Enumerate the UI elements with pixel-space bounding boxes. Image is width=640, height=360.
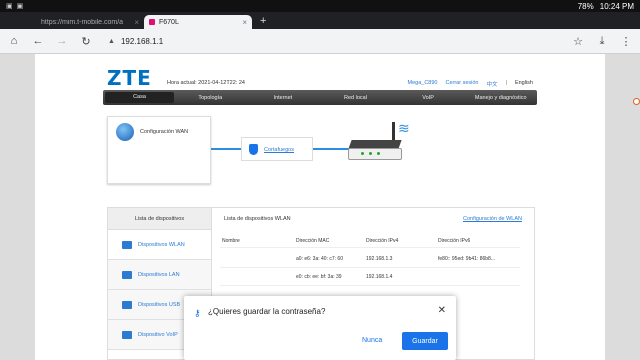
- dialog-title: ¿Quieres guardar la contraseña?: [208, 307, 326, 316]
- cell-ipv4: 192.168.1.4: [366, 274, 393, 280]
- phone-icon: [122, 330, 132, 339]
- tab-strip: https://mim.t-mobile.com/a × F670L × +: [0, 12, 640, 29]
- header-links: Mega_C890 Cerrar sesión 中文 | English: [408, 80, 533, 88]
- tab-close-icon[interactable]: ×: [134, 18, 139, 27]
- router-led: [369, 152, 372, 155]
- address-bar[interactable]: ▲ 192.168.1.1: [104, 32, 560, 50]
- edge-indicator: [633, 98, 640, 105]
- cell-mac: e0: cb: ee: bf: 3a: 39: [296, 274, 342, 280]
- cell-mac: a0: e6: 3a: 40: c7: 60: [296, 256, 343, 262]
- tab-title: https://mim.t-mobile.com/a: [41, 18, 124, 26]
- close-icon[interactable]: ✕: [438, 305, 446, 316]
- cell-ipv6: fe80:: 95ed: 9b41: 86b8...: [438, 256, 495, 262]
- nav-casa[interactable]: Casa: [105, 92, 174, 103]
- never-button[interactable]: Nunca: [362, 337, 382, 344]
- tab-title: F670L: [159, 18, 179, 26]
- battery-level: 78%: [577, 1, 594, 11]
- router-led: [377, 152, 380, 155]
- warning-icon: ▲: [108, 37, 115, 45]
- router-body: [348, 148, 402, 160]
- tab-f670l[interactable]: F670L ×: [144, 15, 252, 29]
- sidebar-item-label: Dispositivo VoIP: [138, 331, 178, 338]
- cell-ipv4: 192.168.1.3: [366, 256, 393, 262]
- reload-icon[interactable]: ↻: [80, 35, 92, 48]
- save-password-dialog: ⚷ ¿Quieres guardar la contraseña? ✕ Nunc…: [184, 296, 456, 360]
- lang-separator: |: [505, 80, 507, 86]
- sidebar-item-lan[interactable]: Dispositivos LAN: [108, 260, 211, 290]
- current-time: Hora actual: 2021-04-12T22: 24: [167, 80, 245, 86]
- router-icon: ≋: [348, 120, 410, 164]
- main-nav: Casa Topología Internet Red local VoIP M…: [103, 90, 537, 105]
- router-led: [361, 152, 364, 155]
- usb-icon: [122, 300, 132, 309]
- nav-topologia[interactable]: Topología: [174, 95, 247, 101]
- url-text: 192.168.1.1: [120, 36, 164, 46]
- zte-logo: ZTE: [107, 66, 152, 90]
- table-row: a0: e6: 3a: 40: c7: 60 192.168.1.3 fe80:…: [220, 252, 520, 268]
- wan-config-card[interactable]: Configuración WAN: [107, 116, 211, 184]
- image-icon: ▣: [16, 3, 24, 10]
- wifi-icon: ≋: [398, 120, 410, 136]
- username-link[interactable]: Mega_C890: [408, 80, 438, 88]
- new-tab-button[interactable]: +: [260, 15, 266, 27]
- menu-icon[interactable]: ⋮: [620, 35, 632, 48]
- status-bar: ▣ ▣ 78% 10:24 PM: [0, 0, 640, 12]
- nav-voip[interactable]: VoIP: [392, 95, 465, 101]
- column-header: Dirección MAC: [296, 238, 330, 244]
- tab-tmobile[interactable]: https://mim.t-mobile.com/a ×: [36, 15, 144, 29]
- lang-english-link[interactable]: English: [515, 80, 533, 88]
- wlan-device-icon: [122, 240, 132, 249]
- browser-toolbar: ⌂ ← → ↻ ▲ 192.168.1.1 ☆ ⤓ ⋮: [0, 29, 640, 54]
- firewall-link[interactable]: Cortafuegos: [264, 147, 294, 153]
- system-status: 78% 10:24 PM: [578, 2, 634, 11]
- nav-internet[interactable]: Internet: [247, 95, 320, 101]
- tab-close-icon[interactable]: ×: [242, 18, 247, 27]
- wlan-config-link[interactable]: Configuración de WLAN: [463, 216, 522, 222]
- column-header: Nombre: [222, 238, 240, 244]
- wan-config-label: Configuración WAN: [140, 129, 189, 135]
- connection-line: [313, 148, 349, 150]
- shield-icon: [249, 144, 258, 155]
- photo-icon: ▣: [6, 3, 13, 10]
- nav-manejo[interactable]: Manejo y diagnóstico: [464, 95, 537, 101]
- connection-line: [211, 148, 243, 150]
- home-icon[interactable]: ⌂: [8, 35, 20, 47]
- sidebar-item-label: Dispositivos LAN: [138, 271, 180, 278]
- bookmark-star-icon[interactable]: ☆: [572, 35, 584, 48]
- nav-red-local[interactable]: Red local: [319, 95, 392, 101]
- tablet-screen: ▣ ▣ 78% 10:24 PM https://mim.t-mobile.com…: [0, 0, 640, 360]
- forward-icon[interactable]: →: [56, 35, 68, 47]
- favicon-icon: [149, 19, 155, 25]
- sidebar-item-label: Dispositivos WLAN: [138, 241, 185, 248]
- save-button[interactable]: Guardar: [402, 332, 448, 350]
- clock: 10:24 PM: [599, 1, 634, 11]
- router-antenna: [392, 122, 395, 142]
- notification-icons: ▣ ▣: [6, 2, 23, 10]
- logout-link[interactable]: Cerrar sesión: [445, 80, 478, 88]
- sidebar-item-label: Dispositivos USB: [138, 301, 181, 308]
- download-icon[interactable]: ⤓: [596, 35, 608, 48]
- back-icon[interactable]: ←: [32, 35, 44, 47]
- column-header: Dirección IPv6: [438, 238, 471, 244]
- column-header: Dirección IPv4: [366, 238, 399, 244]
- firewall-card: Cortafuegos: [241, 137, 313, 161]
- globe-icon: [116, 123, 134, 141]
- wlan-list-title: Lista de dispositivos WLAN: [224, 216, 291, 222]
- sidebar-item-wlan[interactable]: Dispositivos WLAN: [108, 230, 211, 260]
- lan-device-icon: [122, 270, 132, 279]
- lang-chinese-link[interactable]: 中文: [487, 80, 498, 88]
- table-header: Nombre Dirección MAC Dirección IPv4 Dire…: [220, 234, 520, 248]
- table-row: e0: cb: ee: bf: 3a: 39 192.168.1.4: [220, 270, 520, 286]
- key-icon: ⚷: [194, 308, 201, 318]
- device-list-title: Lista de dispositivos: [108, 208, 211, 230]
